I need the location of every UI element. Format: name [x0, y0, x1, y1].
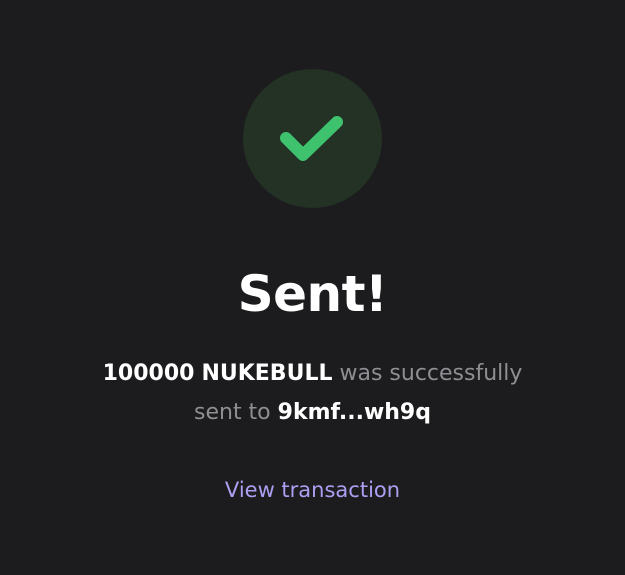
- success-status-circle: [243, 69, 382, 208]
- view-transaction-link[interactable]: View transaction: [0, 472, 625, 508]
- send-success-screen: Sent! 100000 NUKEBULL was successfully s…: [0, 0, 625, 575]
- token-name: NUKEBULL: [201, 361, 333, 386]
- page-title: Sent!: [237, 265, 388, 323]
- sent-amount: 100000: [102, 361, 195, 386]
- success-message: 100000 NUKEBULL was successfully sent to…: [92, 354, 533, 432]
- checkmark-icon: [280, 116, 343, 161]
- recipient-address: 9kmf...wh9q: [277, 400, 431, 425]
